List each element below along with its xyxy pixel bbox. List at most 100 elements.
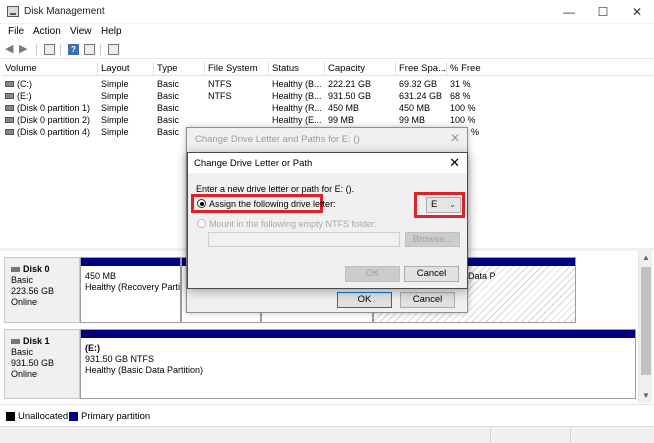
folder-path-input[interactable] <box>208 232 400 247</box>
ok-button[interactable]: OK <box>345 266 400 282</box>
disk-1-label[interactable]: Disk 1 Basic 931.50 GB Online <box>4 329 80 399</box>
cell-file-system: NTFS <box>208 79 232 89</box>
cell-volume: (Disk 0 partition 1) <box>17 103 91 113</box>
column-type[interactable]: Type <box>154 62 205 76</box>
dialog-prompt: Enter a new drive letter or path for E: … <box>196 184 355 194</box>
cell-layout: Simple <box>101 103 129 113</box>
unallocated-swatch <box>6 412 15 421</box>
status-bar <box>0 426 654 443</box>
disk-status: Online <box>11 369 38 379</box>
cell-status: Healthy (B... <box>272 91 322 101</box>
drive-icon <box>5 93 14 99</box>
menu-file[interactable]: File <box>8 26 24 37</box>
cell-layout: Simple <box>101 127 129 137</box>
cell-type: Basic <box>157 79 180 89</box>
column-free-space[interactable]: Free Spa... <box>396 62 447 76</box>
table-row[interactable]: (E:) Simple Basic NTFS Healthy (B... 931… <box>2 90 654 102</box>
ok-button[interactable]: OK <box>337 292 392 308</box>
cell-layout: Simple <box>101 91 129 101</box>
legend-primary-partition: Primary partition <box>81 411 151 422</box>
cell-percent-free: 100 % <box>450 115 476 125</box>
cell-percent-free: % <box>471 127 480 137</box>
help-icon[interactable]: ? <box>68 44 79 55</box>
table-row[interactable]: (Disk 0 partition 2) Simple Basic Health… <box>2 114 654 126</box>
scroll-up-arrow-icon[interactable]: ▲ <box>639 251 653 265</box>
drive-letter-select[interactable]: E ⌄ <box>426 197 461 213</box>
assign-letter-radio[interactable] <box>197 199 206 208</box>
column-file-system[interactable]: File System <box>205 62 269 76</box>
menu-view[interactable]: View <box>70 26 92 37</box>
drive-icon <box>5 81 14 87</box>
vertical-scrollbar[interactable]: ▲ ▼ <box>638 251 652 403</box>
cancel-button[interactable]: Cancel <box>404 266 459 282</box>
disk-1-partition-e[interactable]: (E:) 931.50 GB NTFS Healthy (Basic Data … <box>80 329 636 399</box>
cancel-button[interactable]: Cancel <box>400 292 455 308</box>
cell-type: Basic <box>157 115 180 125</box>
maximize-button[interactable]: ☐ <box>586 0 620 24</box>
mount-folder-label[interactable]: Mount in the following empty NTFS folder… <box>209 219 377 229</box>
cell-percent-free: 100 % <box>450 103 476 113</box>
browse-button[interactable]: Browse... <box>405 232 460 247</box>
menu-action[interactable]: Action <box>33 26 61 37</box>
cell-status: Healthy (E... <box>272 115 322 125</box>
forward-arrow-icon[interactable]: ▶ <box>19 44 30 55</box>
cell-volume: (Disk 0 partition 4) <box>17 127 91 137</box>
cell-layout: Simple <box>101 115 129 125</box>
scroll-thumb[interactable] <box>641 267 651 375</box>
cell-capacity: 222.21 GB <box>328 79 372 89</box>
view-icon[interactable] <box>108 44 119 55</box>
disk-size: 931.50 GB <box>11 358 55 368</box>
dialog-title-bar: Change Drive Letter or Path ✕ <box>188 153 467 173</box>
disk-name: Disk 1 <box>11 336 73 347</box>
properties-icon[interactable] <box>84 44 95 55</box>
table-row[interactable]: (C:) Simple Basic NTFS Healthy (B... 222… <box>2 78 654 90</box>
cell-type: Basic <box>157 91 180 101</box>
legend: Unallocated Primary partition <box>0 404 654 426</box>
partition-status: Healthy (Basic Data Partition) <box>85 365 204 375</box>
menu-bar: File Action View Help <box>0 24 654 40</box>
partition-size: 931.50 GB NTFS <box>85 354 155 364</box>
window-title: Disk Management <box>24 6 105 17</box>
column-volume[interactable]: Volume <box>2 62 98 76</box>
partition-volume: (E:) <box>85 343 100 353</box>
cell-free-space: 69.32 GB <box>399 79 438 89</box>
cell-capacity: 99 MB <box>328 115 355 125</box>
cell-file-system <box>205 102 269 114</box>
close-button[interactable]: ✕ <box>620 0 654 24</box>
menu-help[interactable]: Help <box>101 26 122 37</box>
disk-management-icon <box>7 6 19 17</box>
disk-0-label[interactable]: Disk 0 Basic 223.56 GB Online <box>4 257 80 323</box>
cell-free-space: 450 MB <box>399 103 431 113</box>
column-status[interactable]: Status <box>269 62 325 76</box>
status-segment <box>490 429 491 442</box>
cell-status: Healthy (B... <box>272 79 322 89</box>
cell-file-system <box>205 114 269 126</box>
scroll-down-arrow-icon[interactable]: ▼ <box>639 389 653 403</box>
legend-unallocated: Unallocated <box>18 411 69 422</box>
cell-status: Healthy (R... <box>272 103 323 113</box>
column-layout[interactable]: Layout <box>98 62 154 76</box>
assign-letter-label[interactable]: Assign the following drive letter: <box>209 199 336 209</box>
column-capacity[interactable]: Capacity <box>325 62 396 76</box>
disk-type: Basic <box>11 347 34 357</box>
toolbar-separator <box>36 44 37 56</box>
dialog-title: Change Drive Letter and Paths for E: () <box>195 134 360 145</box>
cell-percent-free: 31 % <box>450 79 471 89</box>
disk-0-partition-1[interactable]: 450 MB Healthy (Recovery Parti <box>80 257 181 323</box>
cell-percent-free: 68 % <box>450 91 471 101</box>
cell-layout: Simple <box>101 79 129 89</box>
drive-icon <box>5 105 14 111</box>
change-drive-letter-dialog: Change Drive Letter or Path ✕ Enter a ne… <box>187 152 468 289</box>
disk-size: 223.56 GB <box>11 286 55 296</box>
column-percent-free[interactable]: % Free <box>447 62 654 76</box>
back-arrow-icon[interactable]: ◀ <box>5 44 16 55</box>
drive-icon <box>5 117 14 123</box>
console-tree-icon[interactable] <box>44 44 55 55</box>
table-row[interactable]: (Disk 0 partition 1) Simple Basic Health… <box>2 102 654 114</box>
disk-name: Disk 0 <box>11 264 73 275</box>
mount-folder-radio[interactable] <box>197 219 206 228</box>
minimize-button[interactable]: — <box>552 0 586 24</box>
close-icon[interactable]: ✕ <box>449 155 460 171</box>
dialog-title: Change Drive Letter or Path <box>194 158 313 169</box>
close-icon[interactable]: ✕ <box>450 131 460 145</box>
